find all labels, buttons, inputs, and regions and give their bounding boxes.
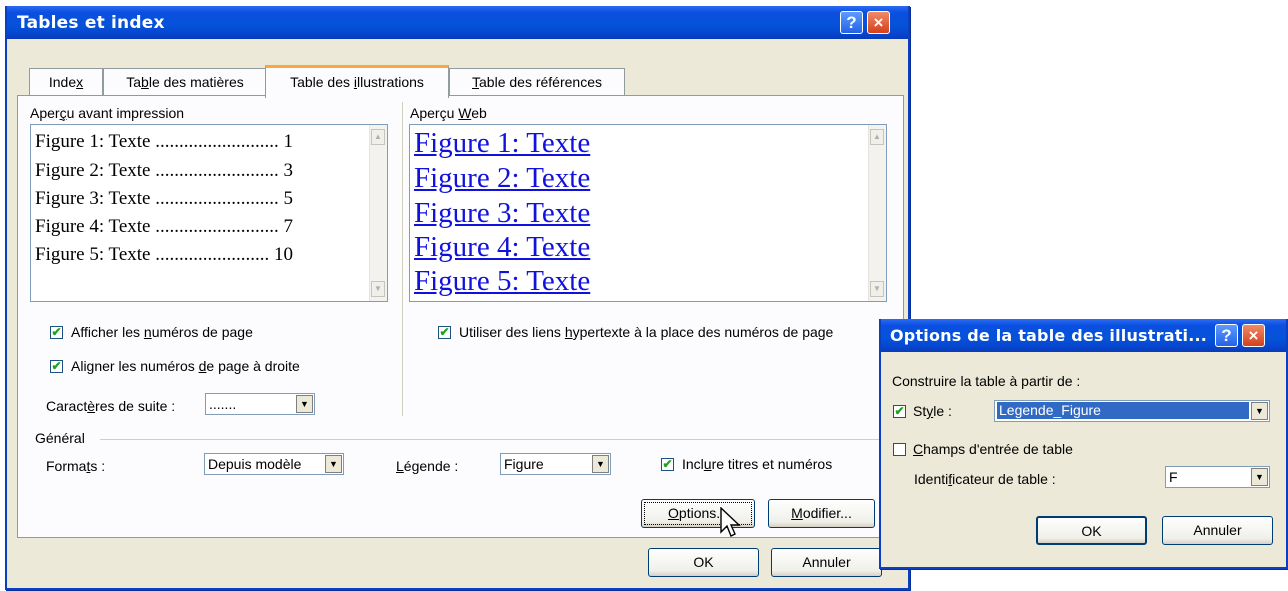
- include-titles-checkbox[interactable]: ✔: [661, 458, 674, 471]
- identifier-select[interactable]: F ▼: [1165, 466, 1270, 488]
- tab-table-des-references[interactable]: Table des références: [449, 68, 625, 96]
- web-preview-link[interactable]: Figure 2: Texte: [414, 162, 590, 195]
- web-preview-link[interactable]: Figure 1: Texte: [414, 127, 590, 160]
- options-title-bar[interactable]: Options de la table des illustrati... ? …: [881, 319, 1286, 352]
- tab-panel: Aperçu avant impression Figure 1: Texte …: [17, 95, 904, 538]
- style-checkbox[interactable]: ✔: [893, 405, 906, 418]
- include-titles-label: Inclure titres et numéros: [682, 456, 833, 472]
- leader-label: Caractères de suite :: [46, 398, 176, 414]
- web-preview-box[interactable]: Figure 1: Texte Figure 2: Texte Figure 3…: [409, 124, 887, 302]
- scroll-down-icon[interactable]: ▼: [870, 281, 884, 297]
- ok-button[interactable]: OK: [648, 548, 759, 577]
- tab-table-des-illustrations[interactable]: Table des illustrations: [265, 65, 449, 98]
- title-bar[interactable]: Tables et index ? ×: [7, 6, 908, 39]
- options-dialog: Options de la table des illustrati... ? …: [879, 319, 1288, 569]
- leader-select[interactable]: ....... ▼: [205, 393, 315, 415]
- legend-value: Figure: [504, 456, 544, 472]
- print-preview-entry: Figure 5: Texte ........................…: [35, 244, 293, 265]
- close-button[interactable]: ×: [1242, 324, 1265, 347]
- help-button[interactable]: ?: [840, 11, 863, 34]
- show-page-numbers-checkbox[interactable]: ✔: [50, 326, 63, 339]
- print-preview-box[interactable]: Figure 1: Texte ........................…: [30, 124, 388, 302]
- cancel-button[interactable]: Annuler: [771, 548, 882, 577]
- style-select[interactable]: Legende_Figure ▼: [994, 400, 1270, 422]
- use-hyperlinks-label: Utiliser des liens hypertexte à la place…: [459, 324, 834, 340]
- scroll-up-icon[interactable]: ▲: [371, 129, 385, 145]
- align-right-label: Aligner les numéros de page à droite: [71, 358, 300, 374]
- web-preview-label: Aperçu Web: [410, 105, 487, 121]
- options-dialog-title: Options de la table des illustrati...: [890, 326, 1208, 345]
- align-right-checkbox[interactable]: ✔: [50, 360, 63, 373]
- modify-button[interactable]: Modifier...: [768, 499, 875, 528]
- tab-index[interactable]: Index: [29, 68, 103, 96]
- mouse-cursor-icon: [720, 507, 741, 537]
- build-from-label: Construire la table à partir de :: [892, 373, 1081, 389]
- show-page-numbers-label: Afficher les numéros de page: [71, 324, 253, 340]
- close-button[interactable]: ×: [867, 11, 890, 34]
- vertical-divider: [402, 102, 403, 416]
- help-button[interactable]: ?: [1215, 324, 1238, 347]
- options-cancel-button[interactable]: Annuler: [1162, 516, 1273, 545]
- print-preview-entry: Figure 3: Texte ........................…: [35, 188, 293, 209]
- table-entry-fields-label: Champs d'entrée de table: [913, 441, 1073, 457]
- chevron-down-icon[interactable]: ▼: [1251, 468, 1268, 486]
- web-preview-link[interactable]: Figure 3: Texte: [414, 197, 590, 230]
- scroll-up-icon[interactable]: ▲: [870, 129, 884, 145]
- general-group-label: Général: [35, 430, 85, 446]
- legend-select[interactable]: Figure ▼: [500, 453, 611, 475]
- identifier-value: F: [1169, 469, 1178, 485]
- dialog-title: Tables et index: [17, 13, 165, 33]
- chevron-down-icon[interactable]: ▼: [296, 395, 313, 413]
- options-ok-button[interactable]: OK: [1036, 516, 1147, 545]
- chevron-down-icon[interactable]: ▼: [592, 455, 609, 473]
- legend-label: Légende :: [396, 458, 459, 474]
- scroll-down-icon[interactable]: ▼: [371, 281, 385, 297]
- tab-table-des-matieres[interactable]: Table des matières: [103, 68, 267, 96]
- print-preview-scrollbar[interactable]: ▲ ▼: [369, 125, 387, 301]
- style-value: Legende_Figure: [997, 402, 1249, 419]
- print-preview-entry: Figure 2: Texte ........................…: [35, 160, 293, 181]
- print-preview-entry: Figure 4: Texte ........................…: [35, 216, 293, 237]
- general-group-line: [100, 439, 890, 440]
- web-preview-link[interactable]: Figure 5: Texte: [414, 265, 590, 298]
- use-hyperlinks-checkbox[interactable]: ✔: [438, 326, 451, 339]
- leader-value: .......: [209, 396, 237, 412]
- web-preview-link[interactable]: Figure 4: Texte: [414, 231, 590, 264]
- chevron-down-icon[interactable]: ▼: [1251, 402, 1268, 420]
- identifier-label: Identificateur de table :: [914, 471, 1056, 487]
- print-preview-label: Aperçu avant impression: [30, 105, 185, 121]
- style-label: Style :: [913, 403, 952, 419]
- print-preview-entry: Figure 1: Texte ........................…: [35, 131, 293, 152]
- chevron-down-icon[interactable]: ▼: [325, 455, 342, 473]
- formats-select[interactable]: Depuis modèle ▼: [204, 453, 344, 475]
- tables-et-index-dialog: Tables et index ? × Index Table des mati…: [5, 6, 910, 590]
- table-entry-fields-checkbox[interactable]: [893, 443, 906, 456]
- formats-value: Depuis modèle: [208, 456, 302, 472]
- formats-label: Formats :: [46, 458, 106, 474]
- web-preview-scrollbar[interactable]: ▲ ▼: [868, 125, 886, 301]
